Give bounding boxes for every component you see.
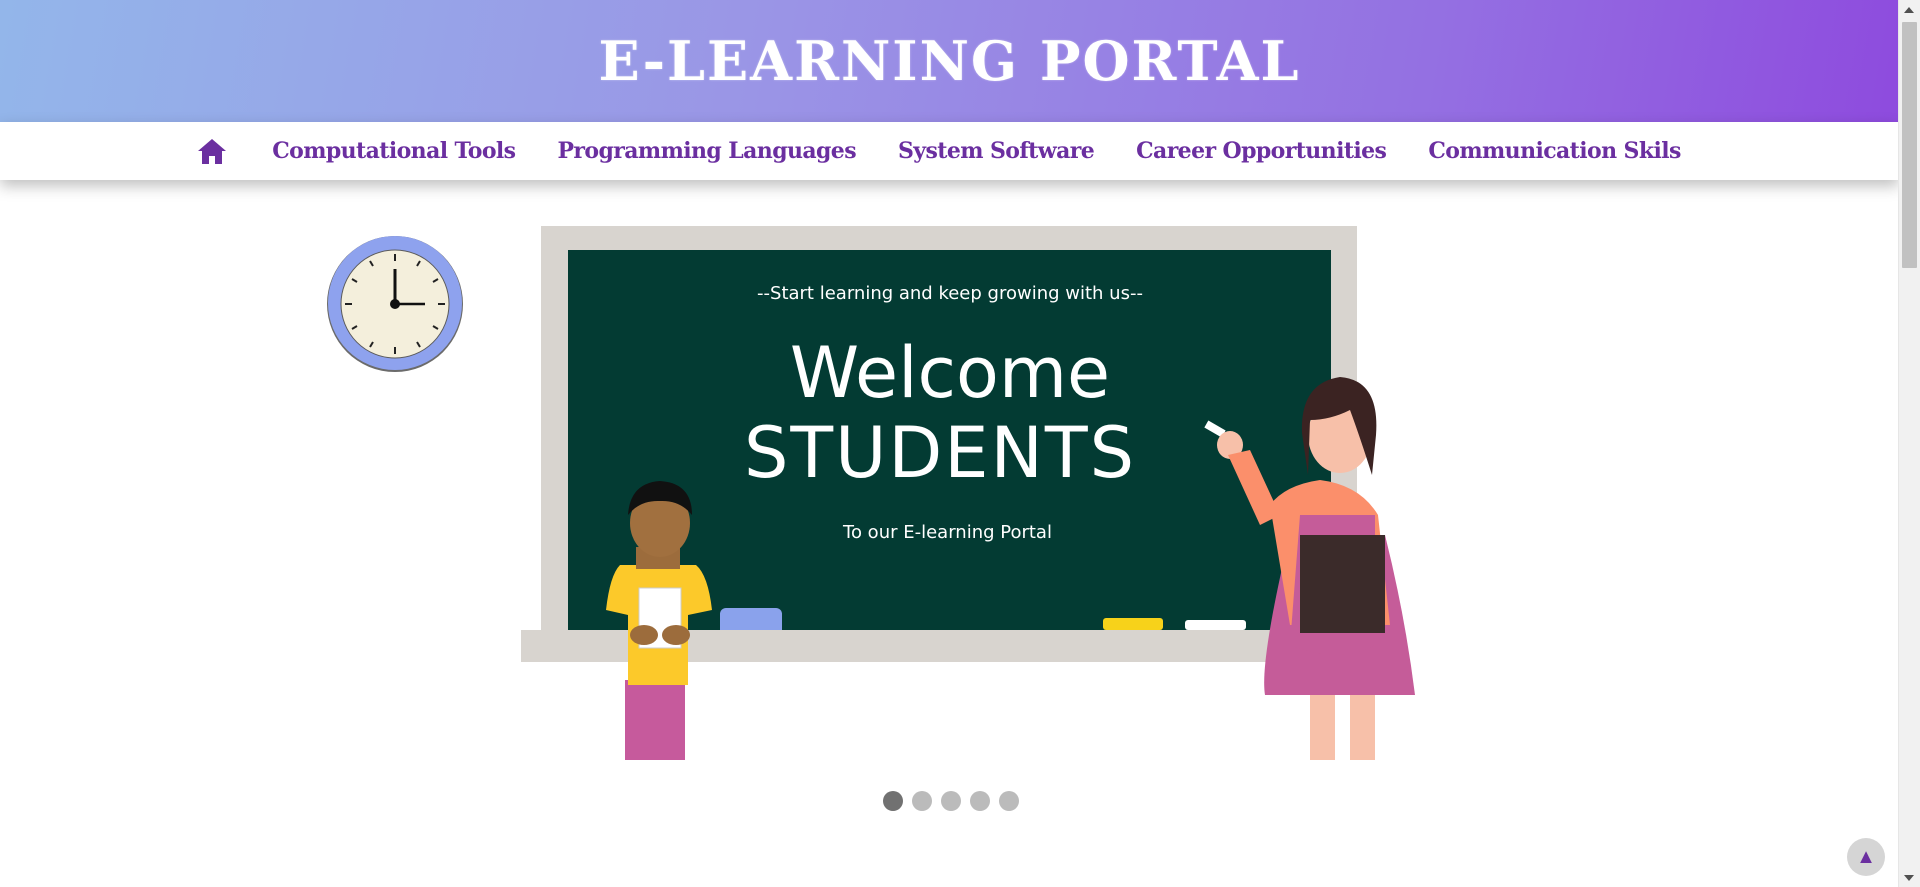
nav-link-programming-languages[interactable]: Programming Languages (557, 138, 856, 164)
home-link[interactable] (197, 136, 227, 166)
student-boy-illustration (606, 481, 712, 760)
chalk-yellow-illustration (1103, 618, 1163, 630)
scroll-up-icon[interactable] (1904, 7, 1914, 13)
scrollbar-thumb[interactable] (1902, 22, 1917, 268)
nav-link-system-software[interactable]: System Software (898, 138, 1095, 164)
site-title: E-LEARNING PORTAL (598, 29, 1301, 93)
clock-illustration (327, 236, 463, 372)
page-scrollbar[interactable] (1898, 0, 1920, 887)
home-icon (198, 139, 227, 164)
arrow-up-icon: ▲ (1856, 846, 1876, 868)
slide-tagline: --Start learning and keep growing with u… (757, 283, 1143, 304)
slide-dot-3[interactable] (941, 791, 961, 811)
slide-dot-4[interactable] (970, 791, 990, 811)
back-to-top-button[interactable]: ▲ (1847, 838, 1885, 876)
nav-link-computational-tools[interactable]: Computational Tools (272, 138, 516, 164)
slideshow-dots (883, 791, 1019, 811)
teacher-illustration (1204, 377, 1415, 760)
site-header: E-LEARNING PORTAL (0, 0, 1899, 122)
slide-dot-5[interactable] (999, 791, 1019, 811)
slide-dot-2[interactable] (912, 791, 932, 811)
nav-link-communication-skills[interactable]: Communication Skils (1428, 138, 1681, 164)
scroll-down-icon[interactable] (1904, 875, 1914, 881)
slide-dot-1[interactable] (883, 791, 903, 811)
slideshow-slide: --Start learning and keep growing with u… (0, 180, 1899, 760)
slide-subtext: To our E-learning Portal (843, 522, 1052, 543)
slide-heading-welcome: Welcome (789, 332, 1111, 414)
slide-heading-students: STUDENTS (743, 412, 1137, 494)
nav-link-career-opportunities[interactable]: Career Opportunities (1136, 138, 1387, 164)
main-nav: Computational Tools Programming Language… (0, 122, 1899, 180)
